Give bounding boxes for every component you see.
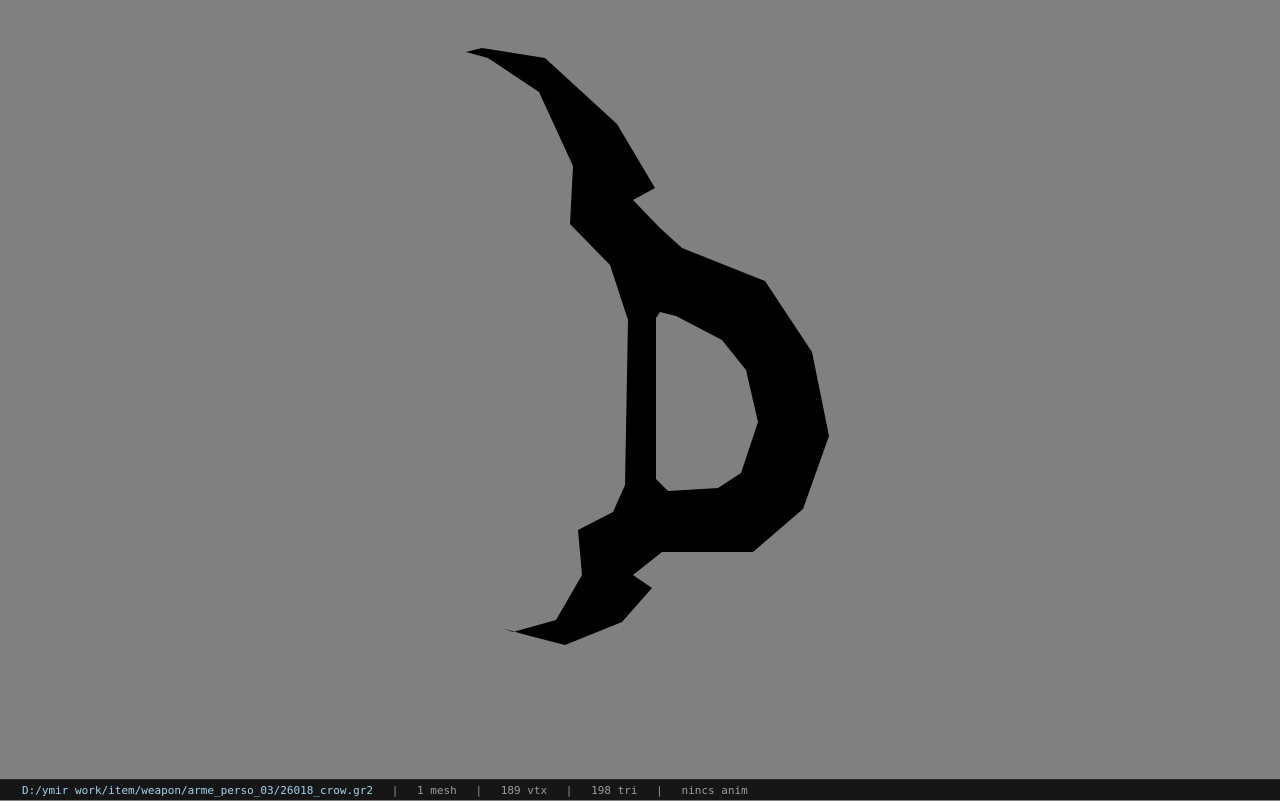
model-render bbox=[466, 48, 829, 645]
file-path-label: D:/ymir work/item/weapon/arme_perso_03/2… bbox=[22, 784, 373, 797]
mesh-count-label: 1 mesh bbox=[417, 784, 457, 797]
status-bar: D:/ymir work/item/weapon/arme_perso_03/2… bbox=[0, 779, 1280, 800]
animation-status-label: nincs anim bbox=[681, 784, 748, 797]
status-separator: | bbox=[475, 784, 483, 797]
triangle-count-label: 198 tri bbox=[591, 784, 638, 797]
vertex-count-label: 189 vtx bbox=[500, 784, 548, 797]
status-separator: | bbox=[565, 784, 573, 797]
status-separator: | bbox=[656, 784, 663, 797]
crow-weapon-silhouette-icon bbox=[466, 48, 829, 645]
3d-viewport[interactable] bbox=[0, 0, 1280, 779]
status-separator: | bbox=[391, 784, 399, 797]
